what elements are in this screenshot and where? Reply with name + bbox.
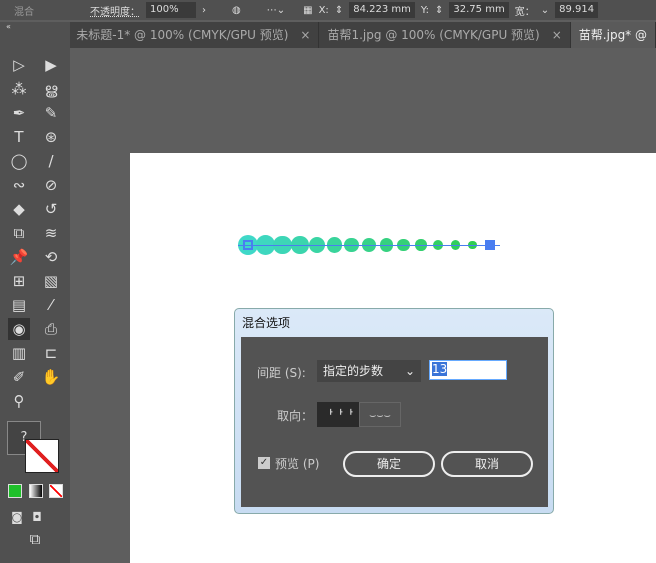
draw-normal-icon[interactable]: ◙ (6, 506, 28, 528)
spine-path (238, 245, 500, 246)
direct-selection-tool-icon[interactable]: ▶ (40, 54, 62, 76)
draw-behind-icon[interactable]: ◘ (26, 506, 48, 528)
document-tabs: 未标题-1* @ 100% (CMYK/GPU 预览) × 苗帮1.jpg @ 1… (0, 22, 656, 48)
stepper-icon[interactable]: ⇕ (335, 5, 343, 16)
chevron-down-icon: ⌄ (404, 364, 415, 378)
stroke-swatch[interactable] (25, 439, 59, 473)
tab-miaobang1[interactable]: 苗帮1.jpg @ 100% (CMYK/GPU 预览) × (319, 22, 571, 48)
align-icon[interactable]: ⋯⌄ (267, 5, 285, 16)
preview-label: 预览 (P) (275, 457, 320, 471)
scale-icon[interactable]: ⧉ (8, 222, 30, 244)
align-to-path-button[interactable]: ⌣⌣⌣ (359, 402, 401, 427)
eraser-icon[interactable]: ◆ (8, 198, 30, 220)
hand-tool-icon[interactable]: ✋ (40, 366, 62, 388)
tab-label: 未标题-1* @ 100% (CMYK/GPU 预览) (76, 28, 289, 42)
blend-tool-icon[interactable]: ◉ (8, 318, 30, 340)
brush-icon[interactable]: / (40, 150, 62, 172)
control-bar: 混合 不透明度： 100% › ◍ ⋯⌄ ▦ X: ⇕ 84.223 mm Y:… (0, 0, 656, 20)
eyedropper-icon[interactable]: ⁄ (40, 294, 62, 316)
orientation-label: 取向： (277, 409, 314, 423)
blob-brush-icon[interactable]: ⊘ (40, 174, 62, 196)
tab-miaobang[interactable]: 苗帮.jpg* @ (570, 22, 656, 48)
w-input[interactable]: 89.914 (555, 2, 599, 18)
type-tool-icon[interactable]: T (8, 126, 30, 148)
selection-tool-icon[interactable]: ▷ (8, 54, 30, 76)
free-transform-icon[interactable]: ⟲ (40, 246, 62, 268)
opacity-label: 不透明度： (90, 6, 140, 18)
gradient-mode-icon[interactable] (29, 484, 43, 498)
symbol-sprayer-icon[interactable]: ⎙ (40, 318, 62, 340)
ok-button[interactable]: 确定 (343, 451, 435, 477)
tools-panel: « ▷ ▶ ⁂ ൠ ✒ ✎ T ⊛ ◯ / ∾ ⊘ ◆ ↺ ⧉ ≋ 📌 ⟲ ⊞ … (0, 22, 70, 563)
lasso-icon[interactable]: ൠ (40, 78, 62, 100)
globe-icon[interactable]: ◍ (232, 5, 241, 16)
preview-checkbox[interactable]: ✓ (258, 457, 270, 469)
screen-mode-icon[interactable]: ⧉ (24, 528, 46, 550)
x-input[interactable]: 84.223 mm (349, 2, 415, 18)
touch-type-icon[interactable]: ⊛ (40, 126, 62, 148)
tab-label: 苗帮.jpg* @ (578, 28, 647, 42)
ellipse-tool-icon[interactable]: ◯ (8, 150, 30, 172)
collapse-icon[interactable]: « (6, 22, 11, 31)
close-icon[interactable]: × (300, 22, 310, 48)
steps-input[interactable]: 13 (429, 360, 507, 380)
graph-tool-icon[interactable]: ▥ (8, 342, 30, 364)
reference-point-icon[interactable]: ▦ (303, 5, 312, 16)
curvature-icon[interactable]: ✎ (40, 102, 62, 124)
spacing-select[interactable]: 指定的步数 ⌄ (317, 360, 421, 382)
y-label: Y: (420, 4, 430, 16)
tab-untitled[interactable]: 未标题-1* @ 100% (CMYK/GPU 预览) × (68, 22, 320, 48)
pen-tool-icon[interactable]: ✒ (8, 102, 30, 124)
mode-label: 混合 (14, 6, 34, 18)
shaper-icon[interactable]: ∾ (8, 174, 30, 196)
stepper-icon[interactable]: ⌄ (541, 5, 549, 16)
stepper-icon[interactable]: ⇕ (435, 5, 443, 16)
artboard-tool-icon[interactable]: ⊏ (40, 342, 62, 364)
align-to-page-button[interactable]: ᅡᅡᅡ (317, 402, 359, 427)
tab-label: 苗帮1.jpg @ 100% (CMYK/GPU 预览) (327, 28, 540, 42)
gradient-icon[interactable]: ▤ (8, 294, 30, 316)
blend-options-dialog: 混合选项 间距 (S): 指定的步数 ⌄ 13 取向： ᅡᅡᅡ ⌣⌣⌣ ✓ 预览 … (234, 308, 554, 514)
opacity-input[interactable]: 100% (146, 2, 196, 18)
perspective-grid-icon[interactable]: ▧ (40, 270, 62, 292)
w-label: 宽： (514, 6, 535, 18)
zoom-tool-icon[interactable]: ⚲ (8, 390, 30, 412)
warp-icon[interactable]: ≋ (40, 222, 62, 244)
dialog-body: 间距 (S): 指定的步数 ⌄ 13 取向： ᅡᅡᅡ ⌣⌣⌣ ✓ 预览 (P) 确… (241, 337, 548, 507)
color-mode-icon[interactable] (8, 484, 22, 498)
dialog-title: 混合选项 (242, 316, 291, 330)
x-label: X: (318, 4, 329, 16)
cancel-button[interactable]: 取消 (441, 451, 533, 477)
puppet-warp-icon[interactable]: 📌 (8, 246, 30, 268)
y-input[interactable]: 32.75 mm (449, 2, 509, 18)
shape-builder-icon[interactable]: ⊞ (8, 270, 30, 292)
slice-icon[interactable]: ✐ (8, 366, 30, 388)
none-mode-icon[interactable] (49, 484, 63, 498)
rotate-icon[interactable]: ↺ (40, 198, 62, 220)
spacing-label: 间距 (S): (257, 366, 306, 380)
magic-wand-icon[interactable]: ⁂ (8, 78, 30, 100)
chevron-right-icon[interactable]: › (202, 5, 206, 16)
spacing-value: 指定的步数 (323, 364, 384, 378)
steps-value: 13 (432, 362, 448, 376)
close-icon[interactable]: × (552, 22, 562, 48)
